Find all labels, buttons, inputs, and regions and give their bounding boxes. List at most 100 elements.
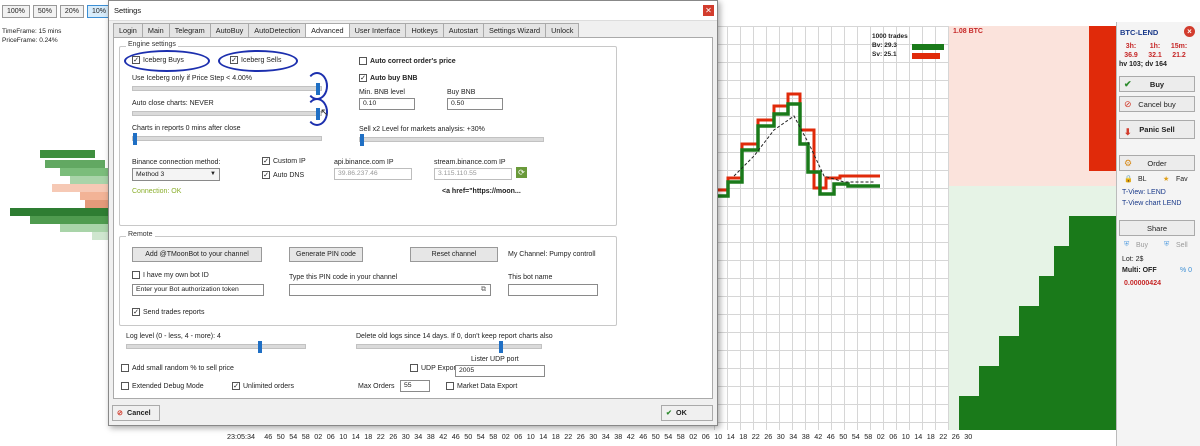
- tview-link[interactable]: T-View: LEND: [1122, 189, 1166, 196]
- add-bot-button[interactable]: Add @TMoonBot to your channel: [132, 247, 262, 262]
- auto-correct-checkbox[interactable]: Auto correct order's price: [359, 57, 456, 65]
- zoom-100-button[interactable]: 100%: [2, 5, 30, 18]
- tab-advanced[interactable]: Advanced: [305, 23, 350, 38]
- custom-ip-checkbox[interactable]: ✓ Custom IP: [262, 157, 306, 165]
- pair-title: BTC-LEND: [1120, 28, 1159, 37]
- sell-x2-slider[interactable]: [359, 134, 544, 146]
- time-tick-label: 23:05:34: [227, 432, 255, 441]
- tab-telegram[interactable]: Telegram: [168, 23, 211, 37]
- time-tick-label: 02: [501, 432, 510, 441]
- buy-small-label[interactable]: Buy: [1136, 242, 1148, 249]
- tab-user-interface[interactable]: User Interface: [348, 23, 407, 37]
- udp-export-checkbox[interactable]: UDP Export: [410, 364, 458, 372]
- time-tick-label: 34: [601, 432, 610, 441]
- bot-token-input[interactable]: Enter your Bot authorization token: [132, 284, 264, 296]
- charts-in-reports-label: Charts in reports 0 mins after close: [132, 125, 241, 132]
- panic-sell-button[interactable]: ⬇ Panic Sell: [1119, 120, 1195, 139]
- delete-logs-slider[interactable]: [356, 341, 542, 353]
- depth-panel: [949, 26, 1116, 430]
- pin-code-input[interactable]: [289, 284, 491, 296]
- order-button[interactable]: ⚙ Order: [1119, 155, 1195, 171]
- market-export-checkbox[interactable]: Market Data Export: [446, 382, 517, 390]
- tab-autobuy[interactable]: AutoBuy: [209, 23, 250, 37]
- time-tick-label: 02: [689, 432, 698, 441]
- time-tick-label: 34: [414, 432, 423, 441]
- slider-thumb[interactable]: [499, 341, 503, 353]
- time-tick-label: 02: [876, 432, 885, 441]
- fav-label[interactable]: Fav: [1176, 176, 1188, 183]
- bot-name-input[interactable]: [508, 284, 598, 296]
- close-icon[interactable]: ×: [1184, 26, 1195, 37]
- max-orders-input[interactable]: 55: [400, 380, 430, 392]
- tab-autodetection[interactable]: AutoDetection: [248, 23, 307, 37]
- time-tick-label: 02: [314, 432, 323, 441]
- generate-pin-button[interactable]: Generate PIN code: [289, 247, 363, 262]
- cancel-buy-button[interactable]: ⊘ Cancel buy: [1119, 96, 1195, 112]
- tview-chart-link[interactable]: T-View chart LEND: [1122, 200, 1181, 207]
- lot-label[interactable]: Lot: 2$: [1122, 256, 1143, 263]
- buy-button[interactable]: ✔ Buy: [1119, 76, 1195, 92]
- auto-dns-checkbox[interactable]: ✓ Auto DNS: [262, 171, 304, 179]
- time-tick-label: 06: [889, 432, 898, 441]
- log-level-slider[interactable]: [126, 341, 306, 353]
- time-tick-label: 38: [801, 432, 810, 441]
- time-tick-label: 30: [401, 432, 410, 441]
- copy-icon[interactable]: ⧉: [481, 286, 486, 294]
- multi-label[interactable]: Multi: OFF: [1122, 267, 1157, 274]
- chart-info: TimeFrame: 15 mins PriceFrame: 0.24%: [2, 27, 61, 45]
- time-tick-label: 58: [489, 432, 498, 441]
- extended-debug-checkbox[interactable]: Extended Debug Mode: [121, 382, 204, 390]
- buy-bnb-input[interactable]: 0.50: [447, 98, 503, 110]
- time-tick-label: 34: [789, 432, 798, 441]
- star-icon[interactable]: ★: [1163, 175, 1169, 183]
- use-iceberg-label: Use Iceberg only if Price Step < 4.00%: [132, 75, 253, 82]
- stats-table: 3h: 1h: 15m: 36.9 32.1 21.2 hv 103; dv 1…: [1119, 42, 1191, 69]
- tab-main[interactable]: Main: [141, 23, 170, 37]
- reset-channel-button[interactable]: Reset channel: [410, 247, 498, 262]
- volume-bar: [80, 192, 108, 200]
- slider-thumb[interactable]: [258, 341, 262, 353]
- slider-thumb[interactable]: [360, 134, 364, 146]
- api-ip-input[interactable]: 39.86.237.46: [334, 168, 412, 180]
- tab-unlock[interactable]: Unlock: [545, 23, 580, 37]
- time-tick-label: 58: [676, 432, 685, 441]
- zoom-20-button[interactable]: 20%: [59, 5, 84, 18]
- tab-settings-wizard[interactable]: Settings Wizard: [483, 23, 547, 37]
- sell-small-label[interactable]: Sell: [1176, 242, 1188, 249]
- tab-hotkeys[interactable]: Hotkeys: [405, 23, 444, 37]
- connection-status: Connection: OK: [132, 188, 182, 195]
- send-reports-checkbox[interactable]: ✓ Send trades reports: [132, 308, 204, 316]
- time-tick-label: 22: [939, 432, 948, 441]
- use-iceberg-slider[interactable]: [132, 83, 322, 95]
- conn-method-select[interactable]: Method 3 ▼: [132, 168, 220, 181]
- udp-port-input[interactable]: 2005: [455, 365, 545, 377]
- remote-title: Remote: [126, 231, 155, 238]
- auto-close-label: Auto close charts: NEVER: [132, 100, 214, 107]
- bot-name-label: This bot name: [508, 274, 553, 281]
- own-bot-checkbox[interactable]: I have my own bot ID: [132, 271, 209, 279]
- auto-buy-bnb-checkbox[interactable]: ✓ Auto buy BNB: [359, 74, 417, 82]
- ok-button[interactable]: ✔ OK: [661, 405, 713, 421]
- tab-login[interactable]: Login: [113, 23, 143, 37]
- stream-ip-input[interactable]: 3.115.110.55: [434, 168, 512, 180]
- share-button[interactable]: Share: [1119, 220, 1195, 236]
- bl-label[interactable]: BL: [1138, 176, 1147, 183]
- buy-shield-icon[interactable]: ⛨: [1124, 241, 1129, 249]
- refresh-icon[interactable]: ⟳: [516, 167, 527, 178]
- cancel-button[interactable]: ⊘ Cancel: [112, 405, 160, 421]
- unlimited-orders-checkbox[interactable]: ✓ Unlimited orders: [232, 382, 294, 390]
- sell-shield-icon[interactable]: ⛨: [1164, 241, 1169, 249]
- tab-bar: Login Main Telegram AutoBuy AutoDetectio…: [113, 23, 580, 38]
- tab-autostart[interactable]: Autostart: [442, 23, 484, 37]
- volume-bar: [92, 232, 108, 240]
- bl-icon[interactable]: 🔒: [1124, 175, 1133, 183]
- cursor-icon: ↖: [320, 107, 330, 119]
- charts-in-reports-slider[interactable]: [132, 133, 322, 145]
- auto-close-slider[interactable]: [132, 108, 322, 120]
- add-random-checkbox[interactable]: Add small random % to sell price: [121, 364, 234, 372]
- min-bnb-input[interactable]: 0.10: [359, 98, 415, 110]
- dialog-footer: ⊘ Cancel ✔ OK: [109, 402, 717, 424]
- slider-thumb[interactable]: [133, 133, 137, 145]
- close-icon[interactable]: ✕: [703, 5, 714, 16]
- zoom-50-button[interactable]: 50%: [32, 5, 57, 18]
